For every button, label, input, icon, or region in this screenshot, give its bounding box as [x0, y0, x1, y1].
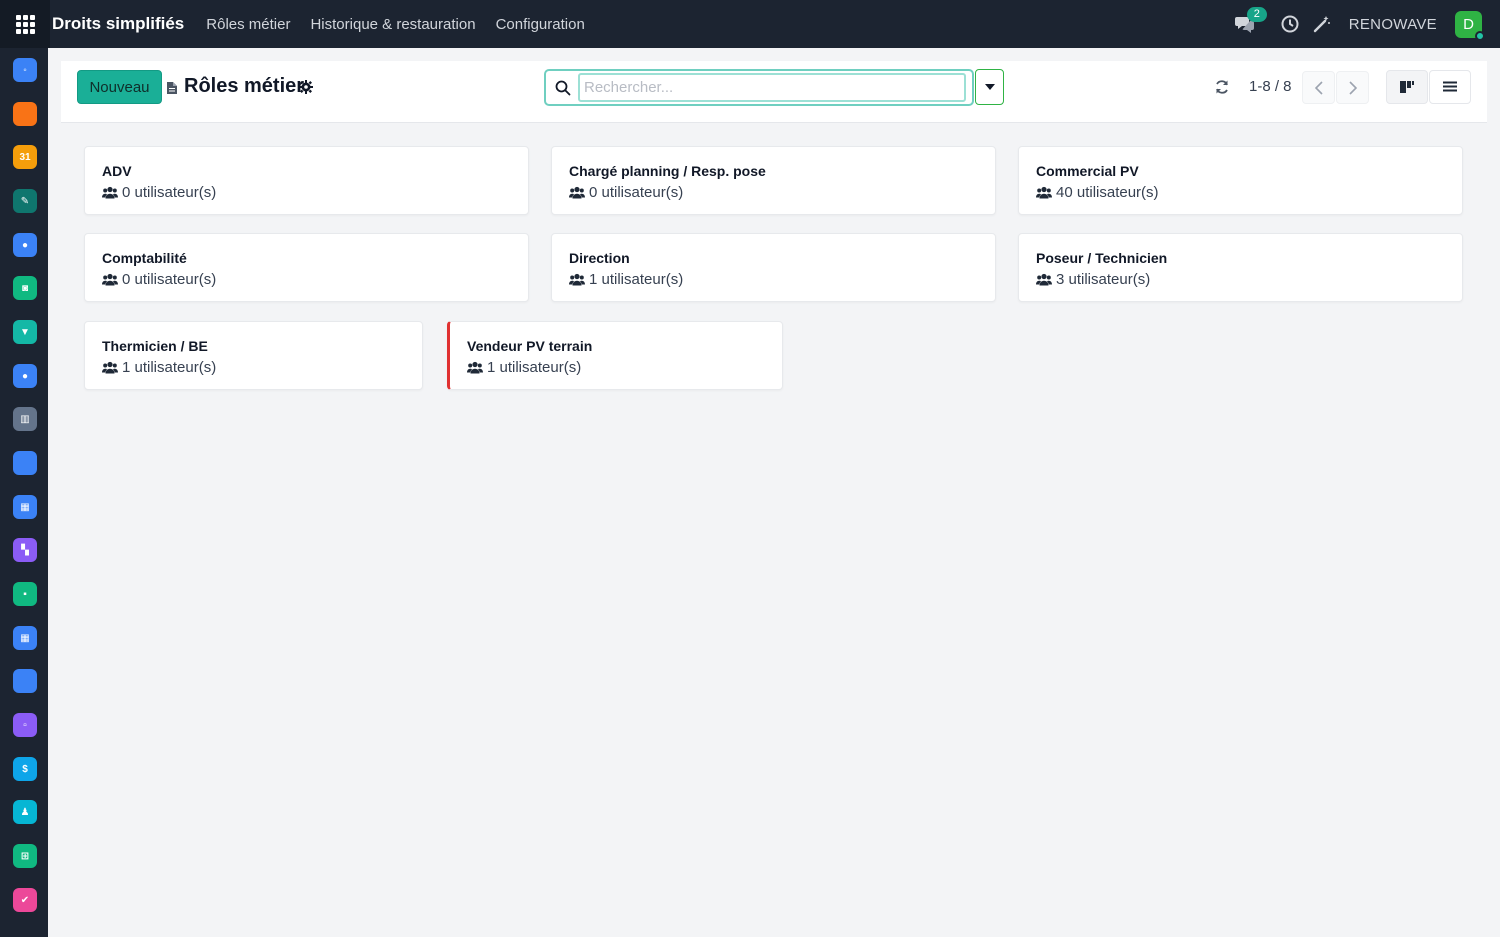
menu-historique-restauration[interactable]: Historique & restauration: [300, 16, 485, 33]
disc-app-icon[interactable]: ●: [13, 364, 37, 388]
refresh-icon[interactable]: [1214, 79, 1230, 95]
role-card-title: Commercial PV: [1036, 163, 1139, 179]
users-icon: [569, 273, 585, 286]
employees-app-icon[interactable]: ♟: [13, 800, 37, 824]
top-navbar: Droits simplifiés Rôles métier Historiqu…: [0, 0, 1500, 48]
invoicing-app-icon[interactable]: $: [13, 757, 37, 781]
pager-value[interactable]: 1-8 / 8: [1249, 78, 1292, 95]
activities-button[interactable]: [1281, 15, 1299, 33]
role-card[interactable]: Direction 1 utilisateur(s): [551, 233, 996, 302]
pager-previous-button[interactable]: [1302, 71, 1335, 104]
search-icon: [555, 80, 571, 96]
menu-configuration[interactable]: Configuration: [486, 16, 595, 33]
messages-count-badge: 2: [1246, 7, 1267, 22]
role-card-title: Thermicien / BE: [102, 338, 208, 354]
user-avatar[interactable]: D: [1455, 10, 1485, 41]
role-card-title: Comptabilité: [102, 250, 187, 266]
blank-app-icon[interactable]: [13, 451, 37, 475]
discuss-app-icon[interactable]: ◦: [13, 58, 37, 82]
chevron-left-icon: [1314, 80, 1323, 95]
role-card[interactable]: Comptabilité 0 utilisateur(s): [84, 233, 529, 302]
users-icon: [102, 186, 118, 199]
planning-app-icon[interactable]: ▦: [13, 495, 37, 519]
document-icon: [167, 82, 177, 94]
grid-icon: [15, 14, 35, 34]
sign-app-icon[interactable]: ✎: [13, 189, 37, 213]
app-launcher-sidebar: ◦ 31 ✎ ● ◙ ▼ ● ▥ ▦ ▚ ▪ ▦ ▫ $ ♟ ⊞ ✔: [0, 48, 48, 937]
users-icon: [1036, 186, 1052, 199]
search-options-toggle[interactable]: [975, 69, 1004, 105]
role-card-title: Vendeur PV terrain: [467, 338, 593, 354]
magic-wand-icon: [1313, 16, 1330, 33]
odoo-app-icon[interactable]: ●: [13, 233, 37, 257]
role-card-title: Poseur / Technicien: [1036, 250, 1168, 266]
spreadsheet-app-icon[interactable]: ⊞: [13, 844, 37, 868]
kanban-view-button[interactable]: [1386, 70, 1428, 104]
users-icon: [1036, 273, 1052, 286]
role-card[interactable]: Vendeur PV terrain 1 utilisateur(s): [447, 321, 783, 390]
user-count-text: 1 utilisateur(s): [487, 359, 582, 376]
avatar-initial: D: [1463, 15, 1474, 33]
role-card-title: ADV: [102, 163, 132, 179]
search-input[interactable]: [578, 73, 966, 102]
user-count-text: 0 utilisateur(s): [589, 184, 684, 201]
user-count-text: 0 utilisateur(s): [122, 184, 217, 201]
role-card[interactable]: Commercial PV 40 utilisateur(s): [1018, 146, 1463, 215]
chevron-right-icon: [1348, 80, 1357, 95]
clock-icon: [1281, 15, 1299, 33]
debug-button[interactable]: [1313, 15, 1331, 33]
documents-app-icon[interactable]: [13, 669, 37, 693]
project-app-icon[interactable]: ▪: [13, 582, 37, 606]
institution-app-icon[interactable]: ▥: [13, 407, 37, 431]
dashboard-app-icon[interactable]: ▚: [13, 538, 37, 562]
role-card[interactable]: Poseur / Technicien 3 utilisateur(s): [1018, 233, 1463, 302]
control-panel: Nouveau Rôles métier Rechercher... 1-8 /…: [61, 61, 1487, 123]
appointments-app-icon[interactable]: ▦: [13, 626, 37, 650]
role-card-user-count: 0 utilisateur(s): [102, 271, 216, 288]
online-status-dot: [1475, 30, 1485, 41]
role-card-title: Direction: [569, 250, 630, 266]
role-card[interactable]: ADV 0 utilisateur(s): [84, 146, 529, 215]
role-card[interactable]: Thermicien / BE 1 utilisateur(s): [84, 321, 423, 390]
knowledge-app-icon[interactable]: ▫: [13, 713, 37, 737]
users-icon: [467, 361, 483, 374]
user-count-text: 3 utilisateur(s): [1056, 271, 1151, 288]
list-icon: [1443, 81, 1457, 92]
new-button[interactable]: Nouveau: [77, 70, 162, 104]
chat-app-icon[interactable]: [13, 102, 37, 126]
kanban-icon: [1400, 81, 1414, 93]
role-card[interactable]: Chargé planning / Resp. pose 0 utilisateu…: [551, 146, 996, 215]
crm-app-icon[interactable]: ▼: [13, 320, 37, 344]
users-icon: [102, 273, 118, 286]
caret-down-icon: [984, 84, 995, 90]
messages-button[interactable]: 2: [1234, 7, 1267, 33]
role-card-user-count: 0 utilisateur(s): [102, 184, 216, 201]
role-card-user-count: 1 utilisateur(s): [569, 271, 683, 288]
user-count-text: 40 utilisateur(s): [1056, 184, 1159, 201]
role-card-title: Chargé planning / Resp. pose: [569, 163, 766, 179]
role-card-user-count: 1 utilisateur(s): [467, 359, 581, 376]
page-title: Rôles métier: [184, 75, 305, 97]
app-name[interactable]: Droits simplifiés: [52, 14, 184, 34]
calendar-31-app-icon[interactable]: 31: [13, 145, 37, 169]
role-card-user-count: 0 utilisateur(s): [569, 184, 683, 201]
users-icon: [102, 361, 118, 374]
role-card-user-count: 40 utilisateur(s): [1036, 184, 1159, 201]
user-count-text: 1 utilisateur(s): [122, 359, 217, 376]
menu-roles-metier[interactable]: Rôles métier: [196, 16, 300, 33]
tasks-app-icon[interactable]: ✔: [13, 888, 37, 912]
search-bar: [544, 69, 974, 106]
user-count-text: 1 utilisateur(s): [589, 271, 684, 288]
list-view-button[interactable]: [1429, 70, 1471, 104]
company-switcher[interactable]: RENOWAVE: [1349, 16, 1437, 33]
user-count-text: 0 utilisateur(s): [122, 271, 217, 288]
role-card-user-count: 1 utilisateur(s): [102, 359, 216, 376]
users-icon: [569, 186, 585, 199]
app-menu-button[interactable]: [0, 0, 50, 48]
gear-icon[interactable]: [299, 80, 313, 94]
pager-next-button[interactable]: [1336, 71, 1369, 104]
role-card-user-count: 3 utilisateur(s): [1036, 271, 1150, 288]
contacts-app-icon[interactable]: ◙: [13, 276, 37, 300]
